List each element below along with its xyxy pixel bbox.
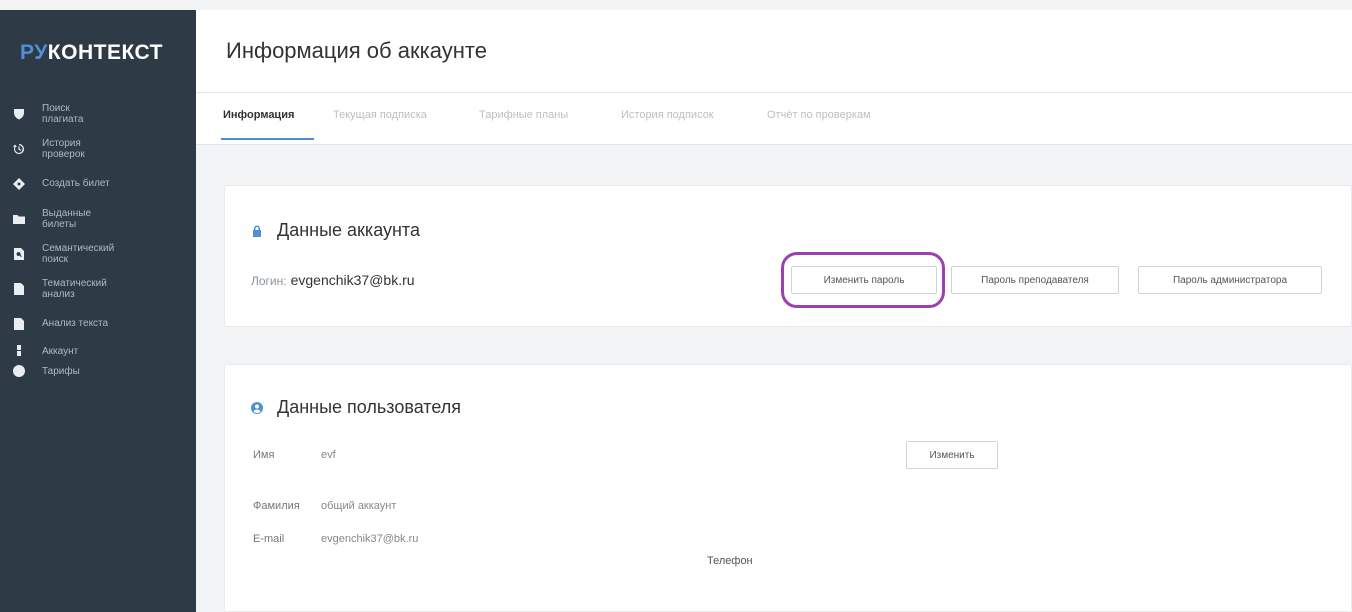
folder-icon	[12, 212, 26, 226]
sidebar-item-label: Поиск плагиата	[42, 102, 84, 125]
account-data-title: Данные аккаунта	[251, 220, 420, 241]
user-data-title: Данные пользователя	[251, 397, 461, 418]
change-password-button[interactable]: Изменить пароль	[791, 266, 937, 294]
last-name-label: Фамилия	[253, 500, 300, 512]
ticket-icon	[12, 177, 26, 191]
account-data-title-text: Данные аккаунта	[277, 220, 420, 240]
sidebar-item-account[interactable]: Аккаунт	[0, 341, 196, 361]
sidebar-item-text-analysis[interactable]: Анализ текста	[0, 306, 196, 341]
sidebar-item-label: Анализ текста	[42, 318, 109, 329]
email-value: evgenchik37@bk.ru	[321, 533, 419, 545]
sidebar-item-tariffs[interactable]: Тарифы	[0, 361, 196, 381]
sidebar-item-label: Аккаунт	[42, 345, 79, 357]
sidebar-item-check-history[interactable]: История проверок	[0, 131, 196, 166]
user-icon	[12, 344, 26, 358]
sidebar-nav: Поиск плагиата История проверок Создать …	[0, 96, 196, 381]
tab-current-subscription[interactable]: Текущая подписка	[333, 109, 427, 121]
brand-logo-part1: РУ	[20, 41, 48, 64]
tab-tariff-plans[interactable]: Тарифные планы	[479, 109, 568, 121]
sidebar-item-issued-tickets[interactable]: Выданные билеты	[0, 201, 196, 236]
sidebar-item-label: Семантический поиск	[42, 242, 115, 265]
first-name-label: Имя	[253, 449, 275, 461]
brand-logo-part2: КОНТЕКСТ	[47, 41, 163, 64]
active-tab-indicator	[221, 138, 314, 140]
user-data-title-text: Данные пользователя	[277, 397, 462, 417]
sidebar-item-semantic-search[interactable]: Семантический поиск	[0, 236, 196, 271]
document-search-icon	[12, 247, 26, 261]
tab-subscription-history[interactable]: История подписок	[621, 109, 714, 121]
login-row: Логин: evgenchik37@bk.ru	[251, 272, 415, 288]
page-title: Информация об аккаунте	[226, 38, 487, 63]
login-label: Логин:	[251, 274, 287, 288]
first-name-value: evf	[321, 449, 336, 461]
teacher-password-button[interactable]: Пароль преподавателя	[951, 266, 1119, 294]
sidebar-item-create-ticket[interactable]: Создать билет	[0, 166, 196, 201]
admin-password-button[interactable]: Пароль администратора	[1138, 266, 1322, 294]
account-data-card: Данные аккаунта Логин: evgenchik37@bk.ru…	[224, 185, 1352, 327]
sidebar-item-thematic-analysis[interactable]: Тематический анализ	[0, 271, 196, 306]
file-icon	[12, 317, 26, 331]
info-icon	[12, 364, 26, 378]
sidebar-item-label: Выданные билеты	[42, 207, 92, 230]
shield-icon	[12, 107, 26, 121]
header: Информация об аккаунте	[196, 10, 1352, 93]
sidebar-item-label: Тарифы	[42, 365, 80, 377]
history-icon	[12, 142, 26, 156]
email-label: E-mail	[253, 533, 285, 545]
sidebar-item-plagiarism-search[interactable]: Поиск плагиата	[0, 96, 196, 131]
tab-check-report[interactable]: Отчёт по проверкам	[767, 109, 871, 121]
user-circle-icon	[251, 401, 263, 414]
tab-information[interactable]: Информация	[223, 109, 294, 121]
sidebar-item-label: Создать билет	[42, 178, 110, 189]
sidebar-item-label: Тематический анализ	[42, 277, 107, 300]
phone-label: Телефон	[707, 555, 753, 567]
edit-user-button[interactable]: Изменить	[906, 441, 998, 469]
tab-bar: Информация Текущая подписка Тарифные пла…	[196, 93, 1352, 145]
login-value: evgenchik37@bk.ru	[290, 272, 415, 288]
last-name-value: общий аккаунт	[321, 500, 397, 512]
brand-logo[interactable]: РУ КОНТЕКСТ	[0, 10, 196, 96]
sidebar-item-label: История проверок	[42, 137, 85, 160]
lock-icon	[251, 225, 263, 237]
document-icon	[12, 282, 26, 296]
user-data-card: Данные пользователя Изменить Имя evf Фам…	[224, 364, 1352, 612]
sidebar: РУ КОНТЕКСТ Поиск плагиата История провер…	[0, 10, 196, 612]
